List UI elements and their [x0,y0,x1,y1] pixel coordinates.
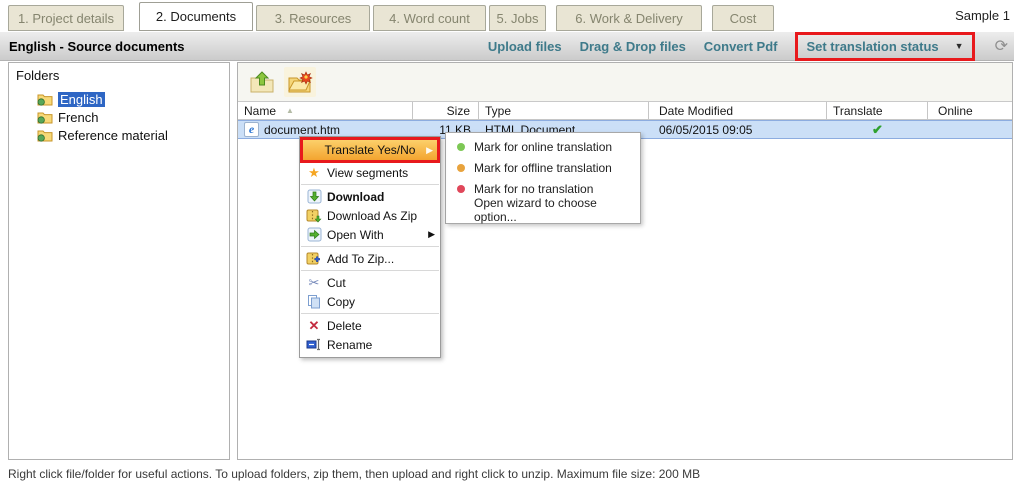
upload-to-parent-folder-icon[interactable] [246,67,278,97]
html-file-icon: e [244,122,259,137]
menu-item-delete[interactable]: ✕ Delete [300,316,440,335]
folder-item-french[interactable]: French [9,108,229,126]
tab-jobs[interactable]: 5. Jobs [489,5,546,31]
star-icon: ★ [305,165,323,181]
folder-label: French [58,110,98,125]
download-arrow-icon [305,189,323,204]
scissors-icon: ✂ [305,275,323,291]
folder-item-reference-material[interactable]: Reference material [9,126,229,144]
rename-field-icon [305,338,323,351]
folder-label: Reference material [58,128,168,143]
menu-item-open-with[interactable]: Open With ▶ [300,225,440,244]
folder-label: English [58,92,105,107]
menu-separator [301,246,439,247]
header-actions: Upload files Drag & Drop files Convert P… [488,32,1014,61]
folders-panel: Folders English French Reference materia… [8,62,230,460]
shared-folder-icon [37,93,53,106]
files-toolbar [238,63,1012,102]
set-translation-status-button[interactable]: Set translation status [806,39,938,54]
no-dot-spacer [457,206,465,214]
open-with-arrow-icon [305,227,323,242]
submenu-item-mark-offline[interactable]: Mark for offline translation [446,157,640,178]
column-header-size[interactable]: Size [413,102,479,119]
translate-status-cell: ✔ [827,121,928,138]
translate-submenu: Mark for online translation Mark for off… [445,132,641,224]
section-header-bar: English - Source documents Upload files … [0,32,1014,61]
sample-label: Sample 1 [955,8,1010,23]
tab-cost[interactable]: Cost [712,5,774,31]
column-header-name[interactable]: Name ▲ [238,102,413,119]
column-header-date-modified[interactable]: Date Modified [649,102,827,119]
zip-download-icon [305,208,323,223]
online-status-cell [928,121,1012,138]
column-header-online[interactable]: Online [928,102,1012,119]
context-menu: Translate Yes/No ▶ ★ View segments Downl… [299,136,441,358]
menu-item-cut[interactable]: ✂ Cut [300,273,440,292]
menu-item-translate-yes-no[interactable]: Translate Yes/No ▶ [300,137,440,163]
zip-add-icon [305,251,323,266]
page-title: English - Source documents [0,39,185,54]
tab-documents[interactable]: 2. Documents [139,2,253,31]
convert-pdf-button[interactable]: Convert Pdf [704,39,778,54]
submenu-item-mark-online[interactable]: Mark for online translation [446,136,640,157]
column-header-translate[interactable]: Translate [827,102,928,119]
menu-item-rename[interactable]: Rename [300,335,440,354]
green-dot-icon [457,143,465,151]
folder-item-english[interactable]: English [9,90,229,108]
sort-asc-icon: ▲ [286,106,294,115]
shared-folder-icon [37,111,53,124]
menu-separator [301,184,439,185]
tab-work-delivery[interactable]: 6. Work & Delivery [556,5,702,31]
folders-panel-title: Folders [9,63,229,90]
annotation-set-translation-status-box: Set translation status ▼ [795,32,974,61]
menu-item-add-to-zip[interactable]: Add To Zip... [300,249,440,268]
orange-dot-icon [457,164,465,172]
submenu-arrow-icon: ▶ [428,229,435,240]
tab-resources[interactable]: 3. Resources [256,5,370,31]
upload-files-button[interactable]: Upload files [488,39,562,54]
footer-hint: Right click file/folder for useful actio… [8,467,700,481]
column-header-type[interactable]: Type [479,102,649,119]
refresh-icon[interactable]: ⟳ [993,36,1010,56]
drag-drop-files-button[interactable]: Drag & Drop files [580,39,686,54]
tab-word-count[interactable]: 4. Word count [373,5,486,31]
tab-bar: 1. Project details 2. Documents 3. Resou… [0,0,1020,31]
submenu-arrow-icon: ▶ [426,145,433,156]
new-folder-icon[interactable] [284,67,316,97]
delete-x-icon: ✕ [305,318,323,334]
menu-item-download-as-zip[interactable]: Download As Zip [300,206,440,225]
menu-item-download[interactable]: Download [300,187,440,206]
copy-pages-icon [305,294,323,309]
check-icon: ✔ [872,122,883,138]
shared-folder-icon [37,129,53,142]
menu-item-copy[interactable]: Copy [300,292,440,311]
file-date-cell: 06/05/2015 09:05 [649,121,827,138]
menu-separator [301,270,439,271]
chevron-down-icon[interactable]: ▼ [955,41,964,51]
red-dot-icon [457,185,465,193]
submenu-item-open-wizard[interactable]: Open wizard to choose option... [446,199,640,220]
table-header: Name ▲ Size Type Date Modified Translate… [238,102,1012,120]
menu-item-view-segments[interactable]: ★ View segments [300,163,440,182]
app-window: 1. Project details 2. Documents 3. Resou… [0,0,1020,498]
menu-separator [301,313,439,314]
tab-project-details[interactable]: 1. Project details [8,5,124,31]
